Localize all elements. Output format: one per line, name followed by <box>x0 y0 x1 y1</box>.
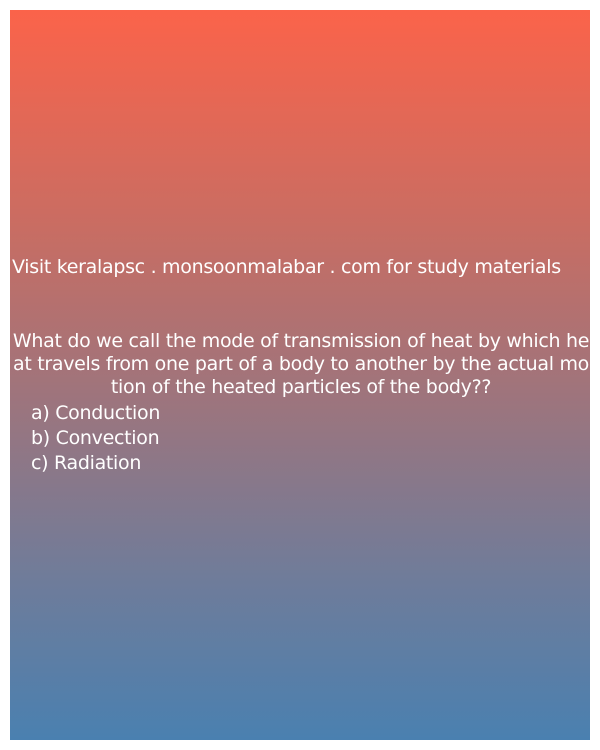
option-b: b) Convection <box>31 427 160 449</box>
option-c: c) Radiation <box>31 452 142 474</box>
promo-text: Visit keralapsc . monsoonmalabar . com f… <box>12 256 561 278</box>
options-list: a) Conduction b) Convection c) Radiation <box>31 401 431 476</box>
option-a: a) Conduction <box>31 402 161 424</box>
question-text: What do we call the mode of transmission… <box>12 330 590 398</box>
question-card: Visit keralapsc . monsoonmalabar . com f… <box>10 10 590 740</box>
